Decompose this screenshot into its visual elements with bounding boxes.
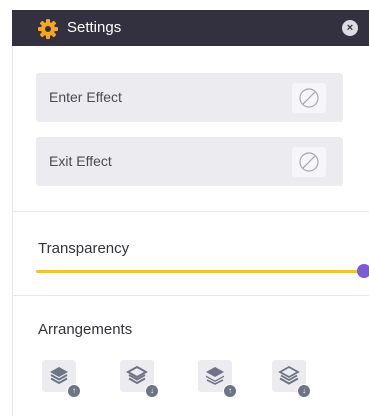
no-effect-icon [299, 88, 319, 108]
send-to-back-button[interactable]: ↓ [272, 360, 311, 398]
send-backward-button[interactable]: ↓ [120, 360, 159, 398]
panel-header: Settings × [12, 10, 369, 46]
settings-panel: Settings × Enter Effect Exit Effect Tran… [0, 0, 369, 416]
section-divider [13, 295, 369, 296]
no-effect-icon [299, 152, 319, 172]
arrow-up-icon: ↑ [223, 384, 237, 398]
bring-forward-button[interactable]: ↑ [42, 360, 81, 398]
arrow-down-icon: ↓ [297, 384, 311, 398]
arrow-up-icon: ↑ [67, 384, 81, 398]
close-icon[interactable]: × [342, 20, 358, 36]
section-divider [13, 211, 369, 212]
layers-icon [126, 365, 148, 385]
transparency-label: Transparency [38, 240, 130, 257]
arrow-down-icon: ↓ [145, 384, 159, 398]
exit-effect-button[interactable]: Exit Effect [36, 137, 343, 186]
layers-icon [278, 365, 300, 385]
layers-icon [50, 367, 68, 385]
enter-effect-label: Enter Effect [49, 89, 122, 105]
gear-icon [38, 19, 58, 39]
arrangements-label: Arrangements [38, 321, 133, 338]
panel-border [12, 46, 13, 416]
exit-no-effect-icon-box [292, 147, 326, 177]
panel-title: Settings [67, 19, 122, 36]
bring-to-front-button[interactable]: ↑ [198, 360, 237, 398]
enter-no-effect-icon-box [292, 83, 326, 113]
enter-effect-button[interactable]: Enter Effect [36, 73, 343, 122]
transparency-slider-track[interactable] [36, 270, 362, 273]
transparency-slider-thumb[interactable] [357, 264, 369, 278]
layers-icon [206, 367, 224, 385]
exit-effect-label: Exit Effect [49, 153, 112, 169]
